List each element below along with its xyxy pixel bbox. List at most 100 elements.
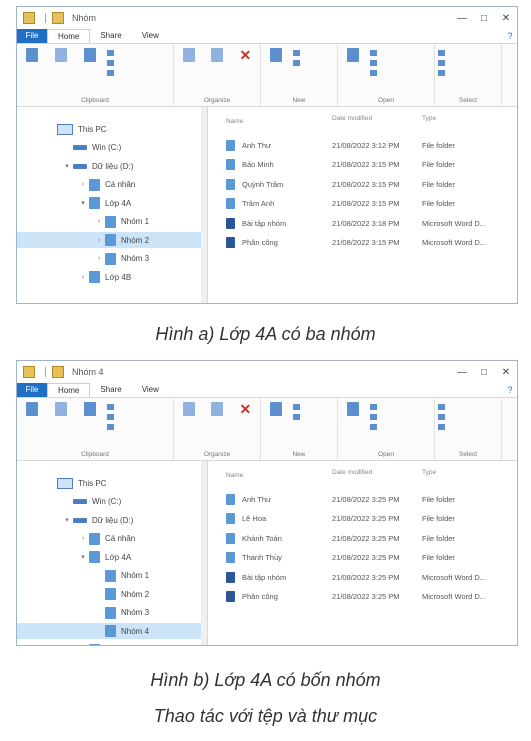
copy-path-button[interactable] <box>107 60 114 66</box>
file-row[interactable]: Bảo Minh 21/08/2022 3:15 PM File folder <box>208 157 517 173</box>
file-row[interactable]: Anh Thư 21/08/2022 3:25 PM File folder <box>208 491 517 507</box>
quick-access-icon[interactable] <box>52 12 64 24</box>
nav-scrollbar[interactable] <box>201 461 207 645</box>
column-header-type[interactable]: Type <box>422 469 512 481</box>
file-row[interactable]: Quỳnh Trâm 21/08/2022 3:15 PM File folder <box>208 176 517 192</box>
nav-tree-item[interactable]: Win (C:) <box>17 494 207 510</box>
close-button[interactable]: ✕ <box>495 367 517 378</box>
expand-chevron-icon[interactable]: ▾ <box>79 553 87 561</box>
minimize-button[interactable]: — <box>451 13 473 24</box>
column-header-name[interactable]: Name <box>208 115 332 127</box>
maximize-button[interactable]: □ <box>473 367 495 378</box>
easy-access-button[interactable] <box>293 414 300 420</box>
tab-home[interactable]: Home <box>47 29 91 43</box>
file-row[interactable]: Bài tập nhóm 21/08/2022 3:25 PM Microsoft … <box>208 569 517 585</box>
nav-tree-item[interactable]: › Nhóm 1 <box>17 214 207 230</box>
file-row[interactable]: Trâm Anh 21/08/2022 3:15 PM File folder <box>208 196 517 212</box>
open-button[interactable] <box>370 404 377 410</box>
file-row[interactable]: Phân công 21/08/2022 3:15 PM Microsoft Wor… <box>208 235 517 251</box>
column-header-date[interactable]: Date modified <box>332 469 422 481</box>
copy-path-button[interactable] <box>107 414 114 420</box>
expand-chevron-icon[interactable]: › <box>95 255 103 262</box>
new-item-button[interactable] <box>293 404 300 410</box>
pin-button[interactable] <box>20 48 44 65</box>
paste-button[interactable] <box>78 48 102 65</box>
nav-tree-item[interactable]: › Nhóm 3 <box>17 251 207 267</box>
tab-view[interactable]: View <box>132 383 169 397</box>
select-all-button[interactable] <box>438 50 445 56</box>
nav-tree-item[interactable]: Win (C:) <box>17 140 207 156</box>
help-icon[interactable]: ? <box>503 29 517 43</box>
expand-chevron-icon[interactable]: › <box>79 181 87 188</box>
nav-tree-item[interactable]: ▾ Dữ liệu (D:) <box>17 158 207 174</box>
file-tab[interactable]: File <box>17 29 47 43</box>
column-header-type[interactable]: Type <box>422 115 512 127</box>
nav-tree-item[interactable]: This PC <box>17 121 207 137</box>
expand-chevron-icon[interactable]: › <box>95 237 103 244</box>
tab-share[interactable]: Share <box>90 383 131 397</box>
nav-tree-item[interactable]: › Nhóm 2 <box>17 232 207 248</box>
move-to-button[interactable] <box>177 402 200 419</box>
expand-chevron-icon[interactable]: › <box>79 535 87 542</box>
pin-button[interactable] <box>20 402 44 419</box>
paste-shortcut-button[interactable] <box>107 70 114 76</box>
history-button[interactable] <box>370 424 377 430</box>
file-row[interactable]: Lê Hoa 21/08/2022 3:25 PM File folder <box>208 511 517 527</box>
copy-to-button[interactable] <box>205 402 228 419</box>
column-header-name[interactable]: Name <box>208 469 332 481</box>
cut-button[interactable] <box>107 50 114 56</box>
copy-button[interactable] <box>49 402 73 419</box>
file-row[interactable]: Thanh Thủy 21/08/2022 3:25 PM File folder <box>208 550 517 566</box>
delete-button[interactable]: ✕ <box>234 48 257 65</box>
edit-button[interactable] <box>370 60 377 66</box>
new-folder-button[interactable] <box>264 48 288 65</box>
paste-button[interactable] <box>78 402 102 419</box>
nav-tree-item[interactable]: ▾ Dữ liệu (D:) <box>17 512 207 528</box>
copy-button[interactable] <box>49 48 73 65</box>
properties-button[interactable] <box>341 402 365 419</box>
new-item-button[interactable] <box>293 50 300 56</box>
nav-tree-item[interactable]: ▾ Lớp 4A <box>17 195 207 211</box>
tab-home[interactable]: Home <box>47 383 91 397</box>
select-none-button[interactable] <box>438 414 445 420</box>
nav-tree-item[interactable]: Nhóm 3 <box>17 605 207 621</box>
nav-tree-item[interactable]: This PC <box>17 475 207 491</box>
expand-chevron-icon[interactable]: › <box>79 274 87 281</box>
close-button[interactable]: ✕ <box>495 13 517 24</box>
move-to-button[interactable] <box>177 48 200 65</box>
expand-chevron-icon[interactable]: ▾ <box>63 516 71 524</box>
tab-share[interactable]: Share <box>90 29 131 43</box>
easy-access-button[interactable] <box>293 60 300 66</box>
nav-tree-item[interactable]: Nhóm 2 <box>17 586 207 602</box>
nav-scrollbar[interactable] <box>201 107 207 303</box>
new-folder-button[interactable] <box>264 402 288 419</box>
help-icon[interactable]: ? <box>503 383 517 397</box>
select-all-button[interactable] <box>438 404 445 410</box>
column-header-date[interactable]: Date modified <box>332 115 422 127</box>
delete-button[interactable]: ✕ <box>234 402 257 419</box>
cut-button[interactable] <box>107 404 114 410</box>
tab-view[interactable]: View <box>132 29 169 43</box>
file-tab[interactable]: File <box>17 383 47 397</box>
file-row[interactable]: Phân công 21/08/2022 3:25 PM Microsoft Wor… <box>208 589 517 605</box>
paste-shortcut-button[interactable] <box>107 424 114 430</box>
history-button[interactable] <box>370 70 377 76</box>
file-row[interactable]: Anh Thư 21/08/2022 3:12 PM File folder <box>208 137 517 153</box>
select-none-button[interactable] <box>438 60 445 66</box>
minimize-button[interactable]: — <box>451 367 473 378</box>
invert-selection-button[interactable] <box>438 70 445 76</box>
nav-tree-item[interactable]: › Lớp 4B <box>17 269 207 285</box>
nav-tree-item[interactable]: Nhóm 1 <box>17 568 207 584</box>
file-row[interactable]: Bài tập nhóm 21/08/2022 3:18 PM Microsoft … <box>208 215 517 231</box>
nav-tree-item[interactable]: › Cá nhân <box>17 177 207 193</box>
expand-chevron-icon[interactable]: ▾ <box>63 162 71 170</box>
invert-selection-button[interactable] <box>438 424 445 430</box>
expand-chevron-icon[interactable]: ▾ <box>79 199 87 207</box>
nav-tree-item[interactable]: Nhóm 4 <box>17 623 207 639</box>
maximize-button[interactable]: □ <box>473 13 495 24</box>
properties-button[interactable] <box>341 48 365 65</box>
nav-tree-item[interactable]: ▾ Lớp 4A <box>17 549 207 565</box>
file-row[interactable]: Khánh Toàn 21/08/2022 3:25 PM File folder <box>208 530 517 546</box>
edit-button[interactable] <box>370 414 377 420</box>
copy-to-button[interactable] <box>205 48 228 65</box>
